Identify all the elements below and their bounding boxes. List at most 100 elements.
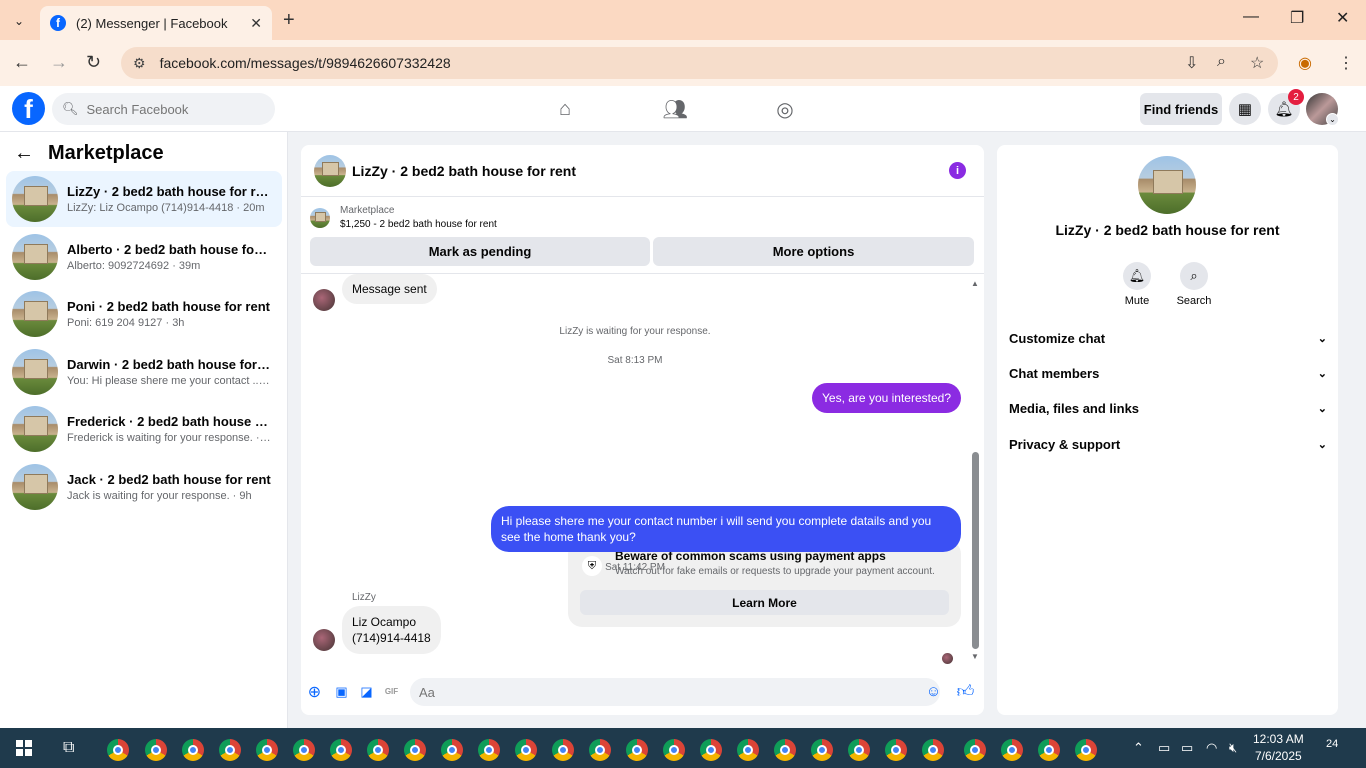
restore-icon[interactable]: ❐	[1290, 8, 1304, 28]
chrome-app-icon[interactable]	[182, 739, 204, 761]
chrome-app-icon[interactable]	[441, 739, 463, 761]
chrome-app-icon[interactable]	[700, 739, 722, 761]
chrome-app-icon[interactable]	[256, 739, 278, 761]
chrome-app-icon[interactable]	[811, 739, 833, 761]
install-app-icon[interactable]: ⇩	[1185, 53, 1198, 73]
chrome-app-icon[interactable]	[1001, 739, 1023, 761]
find-friends-button[interactable]: Find friends	[1140, 93, 1222, 125]
window-close-icon[interactable]: ✕	[1336, 8, 1349, 28]
search-icon[interactable]: ⌕	[1180, 262, 1208, 290]
windows-start-icon[interactable]	[16, 740, 32, 756]
browser-menu-icon[interactable]: ⋮	[1338, 53, 1354, 73]
scroll-down-icon[interactable]: ▼	[971, 652, 979, 661]
chrome-app-icon[interactable]	[774, 739, 796, 761]
media-files-links-section[interactable]: Media, files and links ⌄	[1009, 397, 1327, 419]
system-clock[interactable]: 12:03 AM 7/6/2025	[1253, 731, 1304, 765]
chrome-app-icon[interactable]	[848, 739, 870, 761]
conversation-item[interactable]: Poni · 2 bed2 bath house for rent Poni: 6…	[6, 286, 282, 342]
chrome-app-icon[interactable]	[737, 739, 759, 761]
chat-members-section[interactable]: Chat members ⌄	[1009, 362, 1327, 384]
reload-icon[interactable]: ↻	[86, 52, 101, 73]
omnibox[interactable]: ⚙ facebook.com/messages/t/98946266073324…	[121, 47, 1278, 79]
bookmark-star-icon[interactable]: ☆	[1250, 53, 1264, 73]
facebook-search[interactable]: 🔍︎	[52, 93, 275, 125]
chrome-app-icon[interactable]	[478, 739, 500, 761]
composer-input-wrap[interactable]	[410, 678, 940, 706]
tab-search-chevron-icon[interactable]: ⌄	[8, 10, 30, 32]
new-tab-icon[interactable]: +	[283, 9, 295, 32]
chrome-app-icon[interactable]	[330, 739, 352, 761]
task-view-icon[interactable]: ⧉	[63, 739, 74, 757]
conversation-item[interactable]: Frederick · 2 bed2 bath house for r... Fr…	[6, 401, 282, 457]
volume-muted-icon[interactable]: 🔇︎	[1229, 740, 1237, 756]
url-text[interactable]: facebook.com/messages/t/9894626607332428	[160, 55, 451, 71]
mark-as-pending-button[interactable]: Mark as pending	[310, 237, 650, 266]
notification-center-icon[interactable]: 24	[1326, 738, 1348, 758]
conversation-item[interactable]: Darwin · 2 bed2 bath house for rent You: …	[6, 344, 282, 400]
chrome-app-icon[interactable]	[1075, 739, 1097, 761]
scroll-up-icon[interactable]: ▲	[971, 279, 979, 288]
bell-icon[interactable]: 🔔︎	[1123, 262, 1151, 290]
info-icon[interactable]: i	[949, 162, 966, 179]
customize-chat-section[interactable]: Customize chat ⌄	[1009, 327, 1327, 349]
search-action[interactable]: ⌕ Search	[1164, 262, 1224, 307]
chrome-app-icon[interactable]	[964, 739, 986, 761]
chrome-app-icon[interactable]	[885, 739, 907, 761]
groups-icon[interactable]: ◎	[773, 97, 797, 121]
chrome-app-icon[interactable]	[515, 739, 537, 761]
like-thumbs-up-icon[interactable]: 👍︎	[957, 682, 975, 701]
more-options-button[interactable]: More options	[653, 237, 974, 266]
meet-icon[interactable]: ▭	[1158, 740, 1170, 756]
chrome-app-icon[interactable]	[145, 739, 167, 761]
chat-title[interactable]: LizZy · 2 bed2 bath house for rent	[352, 163, 576, 179]
privacy-support-section[interactable]: Privacy & support ⌄	[1009, 433, 1327, 455]
chrome-app-icon[interactable]	[922, 739, 944, 761]
gif-icon[interactable]: GIF	[383, 683, 400, 700]
battery-icon[interactable]: ▭	[1181, 740, 1193, 756]
chevron-up-icon[interactable]: ⌃	[1133, 740, 1144, 756]
chat-header[interactable]: LizZy · 2 bed2 bath house for rent i	[301, 145, 984, 197]
zoom-icon[interactable]: ⌕	[1217, 53, 1226, 71]
friends-icon[interactable]: 👥︎	[662, 97, 687, 121]
conversation-item[interactable]: Alberto · 2 bed2 bath house for rent Albe…	[6, 229, 282, 285]
message-input[interactable]	[410, 678, 940, 706]
site-info-icon[interactable]: ⚙	[133, 55, 146, 72]
sticker-icon[interactable]: ◪	[358, 683, 375, 700]
browser-tab[interactable]: f (2) Messenger | Facebook ✕	[40, 6, 272, 40]
photo-icon[interactable]: ▣	[333, 683, 350, 700]
conversation-item[interactable]: Jack · 2 bed2 bath house for rent Jack is…	[6, 459, 282, 515]
conversation-name: Jack · 2 bed2 bath house for rent	[67, 472, 271, 487]
scrollbar-thumb[interactable]	[972, 452, 979, 649]
tab-close-icon[interactable]: ✕	[250, 15, 262, 32]
conversation-name: Poni · 2 bed2 bath house for rent	[67, 299, 270, 314]
learn-more-button[interactable]: Learn More	[580, 590, 949, 615]
listing-summary[interactable]: Marketplace $1,250 - 2 bed2 bath house f…	[310, 205, 497, 230]
minimize-icon[interactable]: —	[1243, 8, 1259, 26]
chrome-app-icon[interactable]	[1038, 739, 1060, 761]
chrome-app-icon[interactable]	[663, 739, 685, 761]
conversation-item[interactable]: LizZy · 2 bed2 bath house for rent LizZy:…	[6, 171, 282, 227]
chrome-app-icon[interactable]	[367, 739, 389, 761]
mute-action[interactable]: 🔔︎ Mute	[1107, 262, 1167, 307]
facebook-favicon-icon: f	[50, 15, 66, 31]
wifi-icon[interactable]: ◠	[1206, 740, 1217, 756]
account-chevron-icon[interactable]: ⌄	[1326, 113, 1339, 126]
menu-grid-icon[interactable]: ▦	[1229, 93, 1261, 125]
chrome-app-icon[interactable]	[626, 739, 648, 761]
forward-arrow-icon[interactable]: →	[50, 52, 68, 73]
search-input[interactable]	[86, 101, 257, 117]
plus-icon[interactable]: ⊕	[306, 683, 323, 701]
chrome-app-icon[interactable]	[293, 739, 315, 761]
chrome-app-icon[interactable]	[552, 739, 574, 761]
emoji-icon[interactable]: ☺	[925, 683, 942, 700]
profile-icon[interactable]: ◉	[1298, 53, 1312, 73]
chrome-app-icon[interactable]	[219, 739, 241, 761]
home-icon[interactable]: ⌂	[553, 97, 577, 121]
chrome-app-icon[interactable]	[589, 739, 611, 761]
message-list[interactable]: Message sent LizZy is waiting for your r…	[301, 274, 984, 668]
facebook-logo-icon[interactable]: f	[12, 92, 45, 125]
chrome-app-icon[interactable]	[107, 739, 129, 761]
back-arrow-icon[interactable]: ←	[13, 52, 31, 73]
back-arrow-icon[interactable]: ←	[14, 142, 34, 165]
chrome-app-icon[interactable]	[404, 739, 426, 761]
